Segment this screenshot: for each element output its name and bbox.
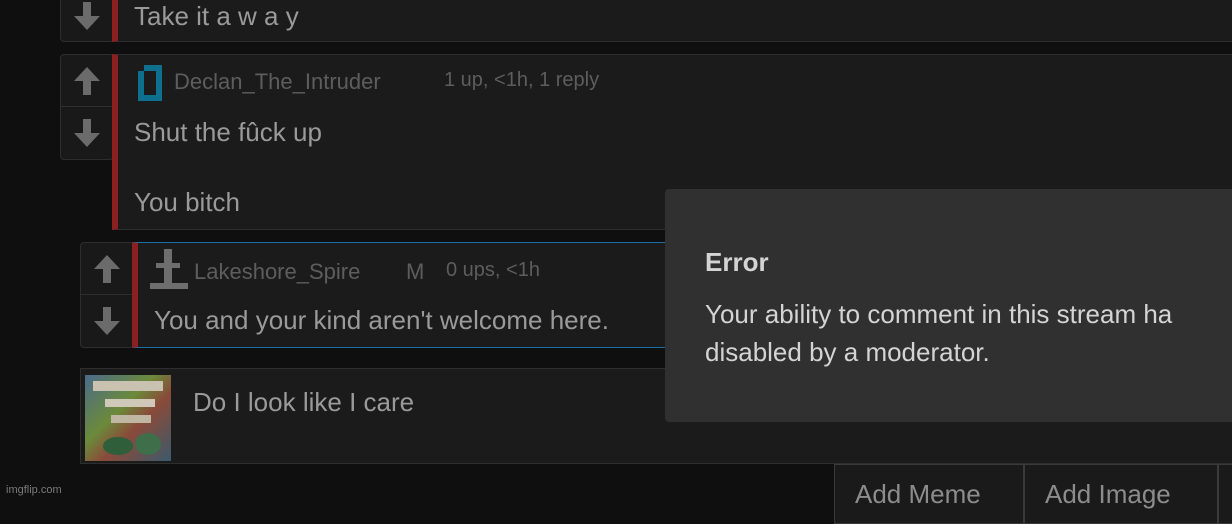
downvote-button[interactable]	[81, 295, 133, 347]
extra-button[interactable]	[1218, 464, 1232, 524]
down-arrow-icon	[74, 119, 100, 147]
watermark: imgflip.com	[6, 484, 62, 496]
upvote-button[interactable]	[81, 243, 133, 295]
vote-box	[80, 242, 134, 348]
add-meme-label: Add Meme	[855, 479, 981, 509]
add-meme-button[interactable]: Add Meme	[834, 464, 1024, 524]
error-message-line: disabled by a moderator.	[705, 337, 990, 367]
comment-meta: 1 up, <1h, 1 reply	[444, 69, 600, 91]
upvote-button[interactable]	[61, 55, 113, 107]
downvote-button[interactable]	[61, 0, 113, 41]
user-avatar-icon[interactable]	[148, 249, 190, 289]
add-image-button[interactable]: Add Image	[1024, 464, 1218, 524]
comment-input-text: Do I look like I care	[193, 387, 415, 417]
up-arrow-icon	[74, 66, 100, 95]
comment-username[interactable]: Declan_The_Intruder	[174, 69, 381, 95]
down-arrow-icon	[74, 2, 100, 30]
user-avatar-image	[85, 375, 171, 461]
comment-text: Take it a w a y	[134, 1, 299, 31]
error-dialog: Error Your ability to comment in this st…	[665, 189, 1232, 422]
moderator-badge: M	[406, 259, 425, 284]
comment-text: You and your kind aren't welcome here.	[154, 305, 609, 335]
comment-username[interactable]: Lakeshore_Spire	[194, 259, 360, 285]
downvote-button[interactable]	[61, 107, 113, 159]
add-image-label: Add Image	[1045, 479, 1171, 509]
up-arrow-icon	[94, 254, 120, 283]
down-arrow-icon	[94, 307, 120, 335]
comment-text-line: You bitch	[134, 187, 241, 217]
error-message-line: Your ability to comment in this stream h…	[705, 299, 1173, 329]
vote-box	[60, 54, 114, 160]
comment-card: Take it a w a y	[112, 0, 1232, 42]
user-avatar-icon[interactable]	[136, 63, 166, 103]
vote-box	[60, 0, 114, 42]
error-title: Error	[705, 247, 769, 277]
comment-text-line: Shut the fûck up	[134, 117, 322, 147]
comment-meta: 0 ups, <1h	[446, 259, 540, 281]
